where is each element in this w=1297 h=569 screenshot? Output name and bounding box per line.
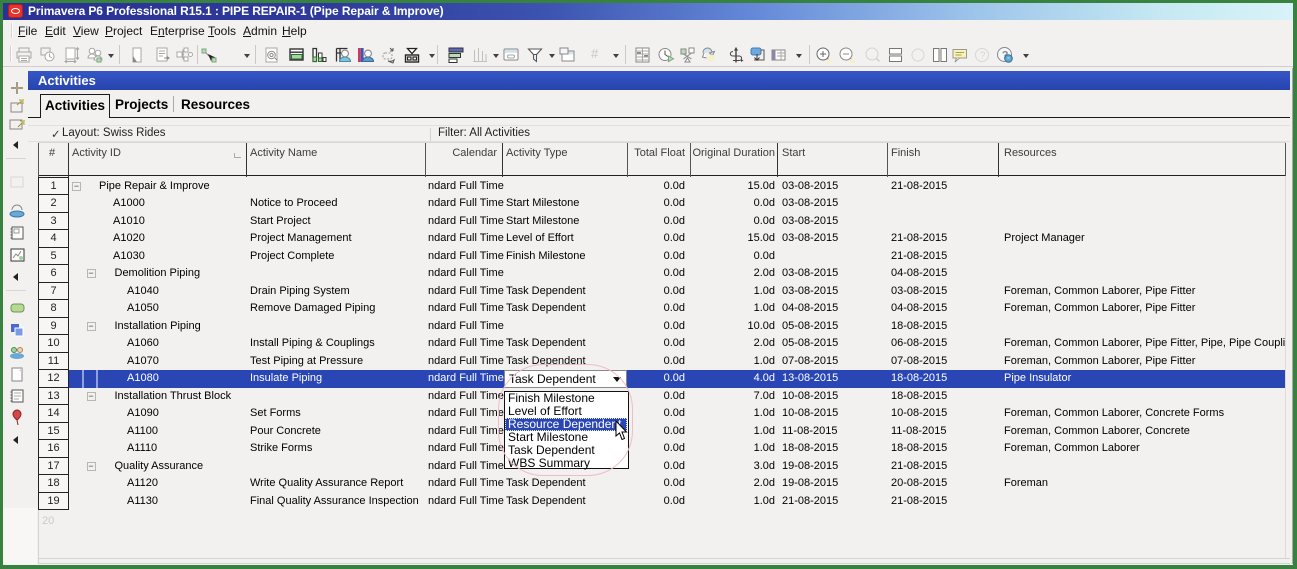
svg-text:?: ? — [980, 51, 986, 62]
